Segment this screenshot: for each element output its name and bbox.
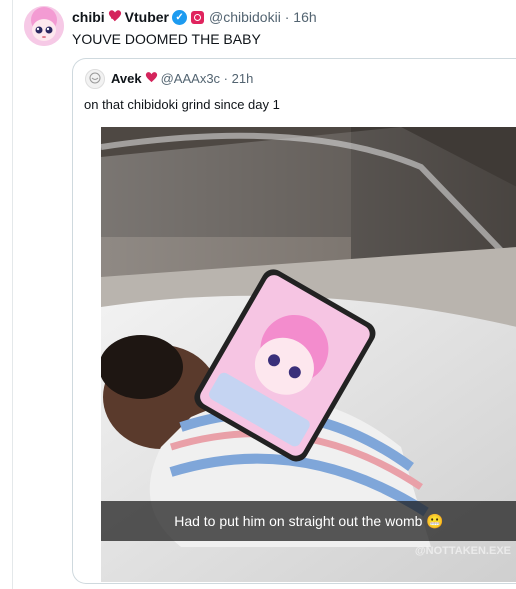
quoted-author-name[interactable]: Avek xyxy=(111,71,142,87)
author-avatar[interactable] xyxy=(24,6,64,46)
quoted-tweet-text: on that chibidoki grind since day 1 xyxy=(84,97,280,112)
tweet-time[interactable]: 16h xyxy=(293,8,316,26)
quoted-author-avatar[interactable] xyxy=(85,69,105,89)
quoted-author-handle[interactable]: @AAAx3c xyxy=(161,71,220,87)
verified-badge-icon: ✓ xyxy=(172,9,188,25)
separator-dot: · xyxy=(280,9,294,25)
quoted-tweet-video[interactable]: Had to put him on straight out the womb … xyxy=(101,127,516,582)
video-watermark: @NOTTAKEN.EXE xyxy=(414,545,511,557)
quoted-tweet-time[interactable]: 21h xyxy=(232,71,254,87)
author-handle[interactable]: @chibidokii xyxy=(209,8,281,26)
tweet-text: YOUVE DOOMED THE BABY xyxy=(72,31,261,47)
quoted-tweet-header: Avek @AAAx3c · 21h xyxy=(111,71,253,87)
thread-line xyxy=(12,0,13,589)
author-name-suffix[interactable]: Vtuber xyxy=(125,8,169,26)
separator-dot: · xyxy=(220,71,232,86)
affiliate-badge-icon[interactable] xyxy=(191,10,205,24)
video-caption: Had to put him on straight out the womb … xyxy=(101,501,516,541)
heart-icon xyxy=(108,8,122,26)
caption-text: Had to put him on straight out the womb xyxy=(174,513,423,529)
tweet-header: chibi Vtuber ✓ @chibidokii · 16h xyxy=(72,8,317,26)
grimacing-face-icon: 😬 xyxy=(426,513,444,529)
author-name[interactable]: chibi xyxy=(72,8,105,26)
heart-icon xyxy=(145,71,158,87)
quoted-tweet-card[interactable]: Avek @AAAx3c · 21h on that chibidoki gri… xyxy=(72,58,516,584)
